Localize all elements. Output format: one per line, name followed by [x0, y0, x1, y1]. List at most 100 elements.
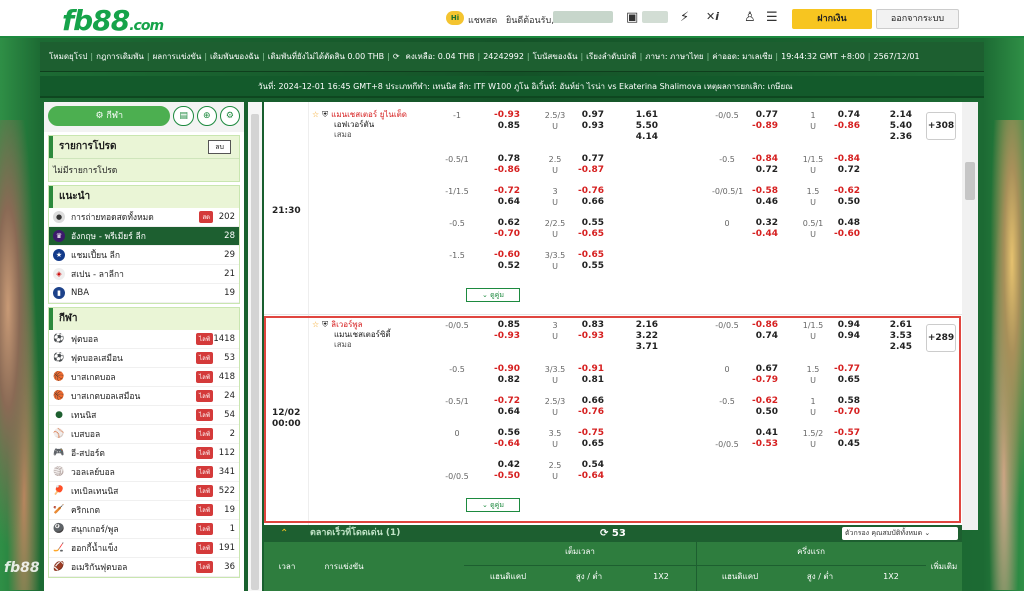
collapse-icon[interactable]: ⌃ [280, 525, 288, 542]
odds-price[interactable]: 0.82 [490, 375, 520, 386]
nav-bonus[interactable]: โบนัสของฉัน [530, 50, 581, 63]
odds-price[interactable]: 0.74 [748, 331, 778, 342]
odds-price[interactable]: 0.93 [574, 121, 604, 132]
sport-item[interactable]: 🏏 คริกเกต ไลฟ์ 19 [49, 501, 239, 520]
odds-price[interactable]: 2.45 [882, 342, 912, 353]
odds-price[interactable]: -0.91 [574, 364, 604, 375]
odds-price[interactable]: 0.65 [830, 375, 860, 386]
odds-price[interactable]: 0.74 [830, 110, 860, 121]
odds-price[interactable]: 0.54 [574, 460, 604, 471]
sport-item[interactable]: 🏒 ฮอกกี้น้ำแข็ง ไลฟ์ 191 [49, 539, 239, 558]
odds-price[interactable]: 0.42 [490, 460, 520, 471]
live-chat-link[interactable]: แชทสด [468, 13, 497, 27]
odds-price[interactable]: -0.93 [490, 110, 520, 121]
nav-rules[interactable]: กฎการเดิมพัน [93, 50, 147, 63]
sport-item[interactable]: ⚾ เบสบอล ไลฟ์ 2 [49, 425, 239, 444]
rec-item-nba[interactable]: ▮ NBA 19 [49, 284, 239, 303]
favorite-star-icon[interactable]: ☆ [312, 110, 319, 120]
flash-icon[interactable]: ⚡ [680, 10, 689, 25]
odds-price[interactable]: -0.70 [490, 229, 520, 240]
favorite-star-icon[interactable]: ☆ [312, 320, 319, 330]
rec-item-laliga[interactable]: ◈ สเปน - ลาลีกา 21 [49, 265, 239, 284]
wallet-icon[interactable]: ▣ [626, 10, 638, 25]
odds-price[interactable]: 0.72 [830, 165, 860, 176]
odds-price[interactable]: 0.85 [490, 320, 520, 331]
match1-away[interactable]: เอฟเวอร์ตัน [312, 120, 422, 130]
odds-price[interactable]: 2.36 [882, 132, 912, 143]
rec-item-live[interactable]: ● การถ่ายทอดสดทั้งหมด สด 202 [49, 208, 239, 227]
settings-icon[interactable]: ⚙ [219, 106, 240, 126]
sport-item[interactable]: ● เทนนิส ไลฟ์ 54 [49, 406, 239, 425]
odds-price[interactable]: -0.44 [748, 229, 778, 240]
odds-price[interactable]: 0.94 [830, 331, 860, 342]
sport-item[interactable]: 🏀 บาสเกตบอลเสมือน ไลฟ์ 24 [49, 387, 239, 406]
sport-item[interactable]: 🎮 อี-สปอร์ต ไลฟ์ 112 [49, 444, 239, 463]
odds-price[interactable]: 0.77 [574, 154, 604, 165]
odds-price[interactable]: -0.64 [574, 471, 604, 482]
rec-item-epl[interactable]: ♛ อังกฤษ - พรีเมียร์ ลีก 28 [49, 227, 239, 246]
odds-price[interactable]: -0.77 [830, 364, 860, 375]
odds-price[interactable]: -0.58 [748, 186, 778, 197]
odds-price[interactable]: 0.58 [830, 396, 860, 407]
nav-odds-type[interactable]: ค่าออด: มาเลเซีย [709, 50, 775, 63]
odds-price[interactable]: 0.32 [748, 218, 778, 229]
nav-my-bets[interactable]: เดิมพันของฉัน [207, 50, 262, 63]
odds-price[interactable]: -0.60 [830, 229, 860, 240]
odds-price[interactable]: 0.64 [490, 407, 520, 418]
nav-euro-mode[interactable]: โหมดยุโรป [46, 50, 90, 63]
sport-item[interactable]: 🏀 บาสเกตบอล ไลฟ์ 418 [49, 368, 239, 387]
odds-price[interactable]: 0.77 [748, 110, 778, 121]
parlay-icon[interactable]: ⊕ [196, 106, 217, 126]
sport-item[interactable]: 🏈 อเมริกันฟุตบอล ไลฟ์ 36 [49, 558, 239, 577]
sport-item[interactable]: ⚽ ฟุตบอลเสมือน ไลฟ์ 53 [49, 349, 239, 368]
sport-button[interactable]: ⚙ กีฬา [48, 106, 171, 126]
odds-price[interactable]: 1.61 [628, 110, 658, 121]
odds-price[interactable]: -0.86 [490, 165, 520, 176]
sport-item[interactable]: 🏐 วอลเลย์บอล ไลฟ์ 341 [49, 463, 239, 482]
sport-item[interactable]: ⚽ ฟุตบอล ไลฟ์ 1418 [49, 330, 239, 349]
list-icon[interactable]: ☰ [766, 10, 778, 25]
odds-price[interactable]: 0.41 [748, 428, 778, 439]
odds-price[interactable]: -0.62 [748, 396, 778, 407]
odds-price[interactable]: 0.55 [574, 261, 604, 272]
refresh-icon[interactable]: ⟳ [390, 52, 403, 61]
odds-price[interactable]: -0.89 [748, 121, 778, 132]
odds-price[interactable]: -0.84 [830, 154, 860, 165]
odds-price[interactable]: 4.14 [628, 132, 658, 143]
person-icon[interactable]: ♙ [744, 10, 756, 25]
odds-price[interactable]: 0.65 [574, 439, 604, 450]
sport-item[interactable]: 🎱 สนุกเกอร์/พูล ไลฟ์ 1 [49, 520, 239, 539]
rec-item-ucl[interactable]: ★ แชมเปี้ยน ลีก 29 [49, 246, 239, 265]
odds-price[interactable]: -0.76 [574, 407, 604, 418]
featured-title[interactable]: ตลาดเร็วที่โดดเด่น (1) [310, 525, 400, 542]
odds-price[interactable]: -0.86 [748, 320, 778, 331]
deposit-button[interactable]: ฝากเงิน [792, 9, 872, 29]
odds-price[interactable]: 0.62 [490, 218, 520, 229]
odds-price[interactable]: 3.53 [882, 331, 912, 342]
odds-price[interactable]: 0.50 [748, 407, 778, 418]
odds-price[interactable]: -0.87 [574, 165, 604, 176]
odds-price[interactable]: 2.14 [882, 110, 912, 121]
logout-button[interactable]: ออกจากระบบ [876, 9, 959, 29]
odds-price[interactable]: 0.52 [490, 261, 520, 272]
match1-home[interactable]: แมนเชสเตอร์ ยูไนเต็ด [331, 110, 407, 120]
odds-price[interactable]: -0.64 [490, 439, 520, 450]
odds-price[interactable]: -0.60 [490, 250, 520, 261]
odds-price[interactable]: 0.97 [574, 110, 604, 121]
brand-logo[interactable]: fb88.com [62, 4, 164, 37]
odds-price[interactable]: 5.40 [882, 121, 912, 132]
main-scroll-thumb[interactable] [965, 162, 975, 200]
odds-price[interactable]: 0.56 [490, 428, 520, 439]
match1-more-markets[interactable]: +308 [926, 112, 956, 140]
match2-away[interactable]: แมนเชสเตอร์ซิตี้ [312, 330, 422, 340]
odds-price[interactable]: -0.72 [490, 186, 520, 197]
odds-price[interactable]: -0.70 [830, 407, 860, 418]
nav-sort[interactable]: เรียงลำดับปกติ [583, 50, 639, 63]
odds-price[interactable]: 0.45 [830, 439, 860, 450]
odds-price[interactable]: 0.85 [490, 121, 520, 132]
nav-unsettled[interactable]: เดิมพันที่ยังไม่ได้ตัดสิน 0.00 THB [265, 50, 387, 63]
odds-price[interactable]: -0.72 [490, 396, 520, 407]
odds-price[interactable]: -0.76 [574, 186, 604, 197]
odds-price[interactable]: -0.79 [748, 375, 778, 386]
odds-price[interactable]: -0.57 [830, 428, 860, 439]
